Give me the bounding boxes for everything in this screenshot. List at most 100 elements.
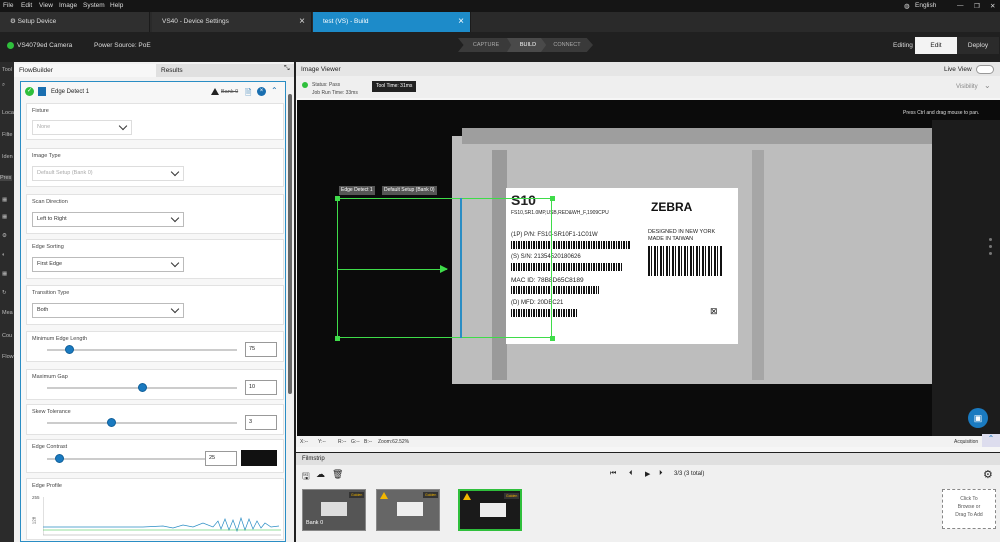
grid-icon[interactable]: ▦ xyxy=(2,271,7,277)
skew-tolerance-slider[interactable] xyxy=(107,418,117,427)
menu-system[interactable]: System xyxy=(83,2,105,9)
upload-icon[interactable]: ☁ xyxy=(316,469,325,480)
rail-flow[interactable]: Flow xyxy=(2,354,14,360)
rail-count[interactable]: Cou xyxy=(2,333,12,339)
tab-results[interactable]: Results xyxy=(156,64,284,77)
thumbnail-2[interactable]: Golden xyxy=(376,489,440,531)
thumbnail-image xyxy=(321,502,347,516)
edge-sorting-dropdown[interactable]: First Edge xyxy=(32,257,184,272)
step-connect[interactable]: CONNECT xyxy=(541,38,593,52)
more-dot[interactable] xyxy=(989,252,992,255)
scan-direction-dropdown[interactable]: Left to Right xyxy=(32,212,184,227)
document-icon[interactable]: 🗎 xyxy=(245,87,251,101)
max-gap-label: Maximum Gap xyxy=(32,374,68,380)
thumbnail-1[interactable]: Bank 0 Golden xyxy=(302,489,366,531)
save-icon[interactable]: 🖫 xyxy=(302,469,310,485)
min-edge-length-slider[interactable] xyxy=(65,345,75,354)
image-type-dropdown[interactable]: Default Setup (Bank 0) xyxy=(32,166,184,181)
rail-filter[interactable]: Filte xyxy=(2,132,12,138)
gear-icon[interactable]: ⚙ xyxy=(983,468,993,481)
collapse-icon[interactable]: ⤡ xyxy=(284,65,290,73)
menu-edit[interactable]: Edit xyxy=(21,2,32,9)
roi-handle[interactable] xyxy=(335,336,340,341)
close-icon[interactable]: × xyxy=(458,12,464,32)
visibility-dropdown[interactable]: Visibility xyxy=(956,84,978,90)
arrow-head-icon xyxy=(440,265,448,273)
2d-barcode xyxy=(648,246,723,276)
tab-flowbuilder[interactable]: FlowBuilder xyxy=(14,64,156,77)
image-type-section: Image Type Default Setup (Bank 0) xyxy=(26,148,284,187)
scan-direction-label: Scan Direction xyxy=(32,199,68,205)
capture-icon[interactable]: ▣ xyxy=(968,408,988,428)
minimize-button[interactable]: — xyxy=(957,2,964,9)
close-icon[interactable]: × xyxy=(299,12,305,32)
grid-icon[interactable]: ▦ xyxy=(2,197,7,203)
close-window-button[interactable]: ✕ xyxy=(990,2,995,10)
min-edge-length-label: Minimum Edge Length xyxy=(32,336,88,342)
contrast-icon[interactable]: ◐ xyxy=(2,252,5,258)
menu-view[interactable]: View xyxy=(39,2,53,9)
menu-file[interactable]: File xyxy=(3,2,13,9)
tab-device-settings[interactable]: VS40 - Device Settings × xyxy=(152,12,312,32)
live-view-toggle[interactable] xyxy=(976,65,994,74)
restore-button[interactable]: ❐ xyxy=(974,2,980,10)
transition-type-dropdown[interactable]: Both xyxy=(32,303,184,318)
chevron-up-icon[interactable]: ⌃ xyxy=(271,86,278,95)
prev-frame-icon[interactable]: ⏴ xyxy=(629,470,633,478)
edge-contrast-input[interactable]: 25 xyxy=(205,451,237,466)
recycle-bin-icon: ⊠ xyxy=(710,306,718,316)
add-image-dropzone[interactable]: Click To Browse or Drag To Add xyxy=(942,489,996,529)
next-frame-icon[interactable]: ⏵ xyxy=(659,470,663,478)
edge-tool-icon xyxy=(38,87,46,96)
max-gap-input[interactable]: 10 xyxy=(245,380,277,395)
thumbnail-3[interactable]: Golden xyxy=(458,489,522,531)
pass-status-icon xyxy=(302,82,308,88)
roi-handle[interactable] xyxy=(550,336,555,341)
grid-icon[interactable]: ▦ xyxy=(2,214,7,220)
search-icon[interactable]: ⌕ xyxy=(2,82,5,89)
camera-selector[interactable]: VS4079ed Camera xyxy=(17,42,72,49)
zebra-logo: ZEBRA xyxy=(651,200,693,214)
delete-icon[interactable]: 🗑 xyxy=(332,469,343,480)
coord-r: R:-- xyxy=(338,439,347,445)
language-selector[interactable]: English xyxy=(915,2,936,9)
rail-identify[interactable]: Iden xyxy=(2,154,13,160)
edit-button[interactable]: Edit xyxy=(915,37,957,54)
rail-measure[interactable]: Mea xyxy=(2,310,13,316)
tab-build[interactable]: test (VS) - Build × xyxy=(313,12,471,32)
max-gap-slider[interactable] xyxy=(137,383,147,392)
rail-tools[interactable]: Tool xyxy=(2,67,12,73)
thumbnail-label: Bank 0 xyxy=(306,520,324,526)
deploy-button[interactable]: Deploy xyxy=(957,37,999,54)
first-frame-icon[interactable]: ⏮ xyxy=(610,470,616,478)
rail-locate[interactable]: Loca xyxy=(2,110,14,116)
more-dot[interactable] xyxy=(989,238,992,241)
tab-setup-device[interactable]: ⚙ Setup Device xyxy=(0,12,150,32)
step-capture[interactable]: CAPTURE xyxy=(458,38,514,52)
main-toolbar: VS4079ed Camera Power Source: PoE CAPTUR… xyxy=(0,32,1000,59)
min-edge-length-input[interactable]: 75 xyxy=(245,342,277,357)
skew-tolerance-input[interactable]: 3 xyxy=(245,415,277,430)
roi-handle[interactable] xyxy=(550,196,555,201)
chevron-up-icon[interactable]: ⌃ xyxy=(982,434,1000,447)
menu-help[interactable]: Help xyxy=(110,2,123,9)
image-viewer-header: Image Viewer Live View xyxy=(296,62,1000,76)
roi-handle[interactable] xyxy=(335,196,340,201)
rotate-icon[interactable]: ↻ xyxy=(2,290,7,296)
panel-scrollbar[interactable] xyxy=(288,94,292,394)
edge-contrast-slider[interactable] xyxy=(55,454,65,463)
camera-image[interactable]: S10 FS10,SR1.0MP,USB,RED&WH_F,1909CPU (1… xyxy=(297,100,1000,436)
remove-tool-icon[interactable]: × xyxy=(257,87,266,96)
chevron-down-icon[interactable]: ⌄ xyxy=(984,81,991,90)
rail-presence[interactable]: Pres xyxy=(0,175,12,181)
dropzone-line-1: Click To xyxy=(960,496,978,502)
play-icon[interactable]: ▶ xyxy=(645,470,650,478)
gear-icon[interactable]: ⚙ xyxy=(2,233,7,239)
roi-bank-label: Default Setup (Bank 0) xyxy=(382,186,437,195)
fixture-dropdown[interactable]: None xyxy=(32,120,132,135)
more-dot[interactable] xyxy=(989,245,992,248)
menu-image[interactable]: Image xyxy=(59,2,77,9)
skew-tolerance-track xyxy=(47,422,237,424)
skew-tolerance-section: Skew Tolerance 3 xyxy=(26,404,284,435)
min-edge-length-track xyxy=(47,349,237,351)
